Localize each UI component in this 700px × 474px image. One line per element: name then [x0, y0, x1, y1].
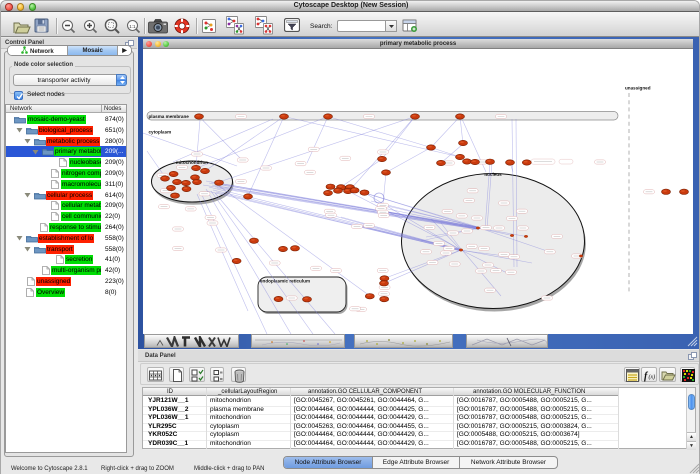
svg-text:cytoplasm: cytoplasm — [149, 130, 172, 135]
svg-text:endoplasmic reticulum: endoplasmic reticulum — [260, 279, 310, 284]
svg-text:(x): (x) — [648, 373, 655, 380]
svg-text:nucleus: nucleus — [484, 172, 502, 177]
svg-text:mitochondrion: mitochondrion — [176, 160, 208, 165]
svg-text:unassigned: unassigned — [625, 86, 651, 91]
svg-text:plasma membrane: plasma membrane — [149, 114, 190, 119]
svg-text:1:1: 1:1 — [129, 24, 136, 29]
